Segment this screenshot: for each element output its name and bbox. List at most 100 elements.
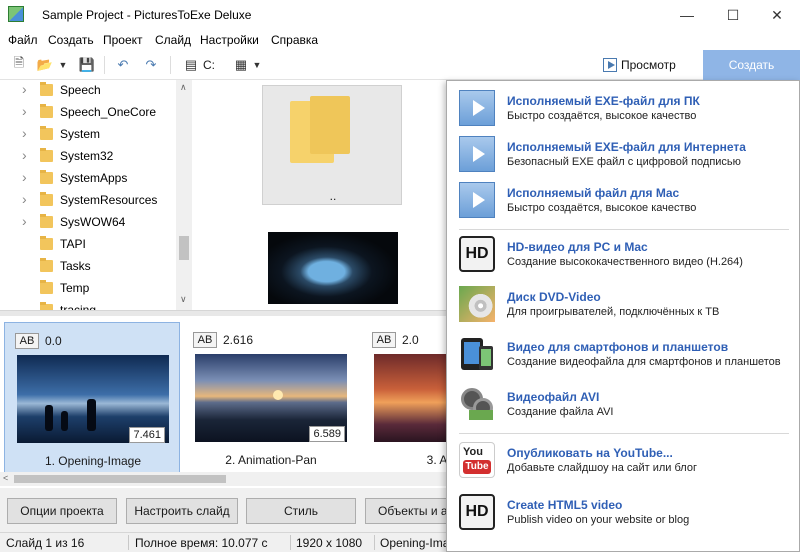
scroll-left-icon[interactable]: < <box>3 473 8 483</box>
slide-strip: AB 0.0 7.461 1. Opening-Image AB 2.616 6… <box>0 316 526 486</box>
status-slide: Слайд 1 из 16 <box>6 536 85 550</box>
menu-item-html5[interactable]: HD Create HTML5 video Publish video on y… <box>447 489 799 535</box>
project-options-button[interactable]: Опции проекта <box>7 498 117 524</box>
parent-folder-tile[interactable]: .. <box>262 85 402 205</box>
scroll-down-icon[interactable]: ∨ <box>180 294 187 305</box>
folder-tree: › Speech › Speech_OneCore › System › System32 › S… <box>0 80 192 310</box>
tree-item[interactable]: › System32 <box>0 146 175 168</box>
menu-item-subtitle: Создание видеофайла для смартфонов и пла… <box>507 356 781 368</box>
tree-scrollbar[interactable]: ∧ ∨ <box>176 80 192 310</box>
title-bar: Sample Project - PicturesToExe Deluxe — … <box>0 0 800 30</box>
objects-animation-button[interactable]: Объекты и ан <box>365 498 455 524</box>
redo-icon[interactable]: ↷ <box>142 56 160 74</box>
ab-badge: AB <box>193 332 217 348</box>
minimize-icon[interactable]: — <box>664 0 710 30</box>
menu-item-dvd[interactable]: Диск DVD-Video Для проигрывателей, подкл… <box>447 281 799 327</box>
tree-item[interactable]: Temp <box>0 278 175 300</box>
tree-item-label: SystemApps <box>60 171 128 185</box>
parent-folder-label: .. <box>329 189 337 203</box>
bottom-button-bar: Опции проекта Настроить слайд Стиль Объе… <box>0 488 455 532</box>
chevron-right-icon[interactable]: › <box>22 213 27 229</box>
menu-item-avi[interactable]: Видеофайл AVI Создание файла AVI <box>447 381 799 427</box>
youtube-tube-text: Tube <box>463 460 491 474</box>
menu-item-title: HD-видео для PC и Mac <box>507 240 648 254</box>
hd-icon: HD <box>459 236 495 272</box>
menu-item-exe-mac[interactable]: Исполняемый файл для Mac Быстро создаётс… <box>447 177 799 223</box>
menu-file[interactable]: Файл <box>8 33 38 47</box>
chevron-right-icon[interactable]: › <box>22 147 27 163</box>
new-file-icon[interactable]: 🗎 <box>10 55 28 74</box>
style-button[interactable]: Стиль <box>246 498 356 524</box>
tree-item[interactable]: Tasks <box>0 256 175 278</box>
menu-item-subtitle: Добавьте слайдшоу на сайт или блог <box>507 462 697 474</box>
customize-slide-button[interactable]: Настроить слайд <box>126 498 238 524</box>
menu-item-subtitle: Создание файла AVI <box>507 406 614 418</box>
menu-item-youtube[interactable]: You Tube Опубликовать на YouTube... Доба… <box>447 437 799 483</box>
close-icon[interactable]: ✕ <box>754 0 800 30</box>
phone-icon <box>459 336 495 372</box>
tree-item[interactable]: › Speech <box>0 80 175 102</box>
slide-scrollbar[interactable]: < <box>0 472 446 486</box>
drive-icon[interactable]: ▤ <box>182 56 200 74</box>
tree-item-label: System <box>60 127 101 141</box>
menu-item-title: Create HTML5 video <box>507 498 623 512</box>
menu-item-title: Опубликовать на YouTube... <box>507 446 673 460</box>
slide-scroll-thumb[interactable] <box>14 475 226 483</box>
tree-item-label: SystemResources <box>60 193 158 207</box>
exe-icon <box>459 90 495 126</box>
menu-item-subtitle: Создание высококачественного видео (H.26… <box>507 256 743 268</box>
slide-card[interactable]: AB 2.616 6.589 2. Animation-Pan <box>183 322 359 474</box>
tree-item-label: Temp <box>60 281 90 295</box>
menu-item-exe-internet[interactable]: Исполняемый EXE-файл для Интернета Безоп… <box>447 131 799 177</box>
menu-item-exe-pc[interactable]: Исполняемый EXE-файл для ПК Быстро созда… <box>447 85 799 131</box>
drive-label[interactable]: C: <box>203 58 215 72</box>
tree-item[interactable]: › System <box>0 124 175 146</box>
folder-icon <box>40 148 53 162</box>
menu-item-smartphone[interactable]: Видео для смартфонов и планшетов Создани… <box>447 331 799 377</box>
slide-card[interactable]: AB 0.0 7.461 1. Opening-Image <box>4 322 180 474</box>
menu-item-hd-video[interactable]: HD HD-видео для PC и Mac Создание высоко… <box>447 231 799 277</box>
menu-item-subtitle: Быстро создаётся, высокое качество <box>507 202 697 214</box>
chevron-right-icon[interactable]: › <box>22 169 27 185</box>
folder-icon <box>40 82 53 96</box>
menu-project[interactable]: Проект <box>103 33 143 47</box>
tree-item-label: SysWOW64 <box>60 215 126 229</box>
folder-icon <box>40 258 53 272</box>
create-button[interactable]: Создать <box>703 50 800 80</box>
menu-item-subtitle: Безопасный EXE файл с цифровой подписью <box>507 156 741 168</box>
tree-scroll-thumb[interactable] <box>179 236 189 260</box>
hd-icon: HD <box>459 494 495 530</box>
open-folder-icon[interactable]: 📂 <box>36 56 54 74</box>
tree-item[interactable]: tracing <box>0 300 175 310</box>
menu-bar: Файл Создать Проект Слайд Настройки Спра… <box>0 30 800 50</box>
tree-item[interactable]: TAPI <box>0 234 175 256</box>
slide-name: 1. Opening-Image <box>44 454 142 468</box>
menu-help[interactable]: Справка <box>271 33 318 47</box>
image-thumbnail[interactable] <box>268 232 398 304</box>
tree-item[interactable]: › Speech_OneCore <box>0 102 175 124</box>
chevron-right-icon[interactable]: › <box>22 125 27 141</box>
chevron-down-icon[interactable]: ▼ <box>54 56 72 74</box>
chevron-right-icon[interactable]: › <box>22 103 27 119</box>
menu-item-title: Диск DVD-Video <box>507 290 601 304</box>
youtube-icon: You Tube <box>459 442 495 478</box>
tree-item-label: Speech <box>60 83 101 97</box>
menu-settings[interactable]: Настройки <box>200 33 259 47</box>
preview-button[interactable]: Просмотр <box>603 55 676 75</box>
tree-item[interactable]: › SystemApps <box>0 168 175 190</box>
folder-icon <box>310 96 350 154</box>
scroll-up-icon[interactable]: ∧ <box>180 82 187 93</box>
menu-item-title: Исполняемый EXE-файл для ПК <box>507 94 700 108</box>
view-dropdown-icon[interactable]: ▼ <box>248 56 266 74</box>
folder-icon <box>40 170 53 184</box>
status-resolution: 1920 x 1080 <box>296 536 363 550</box>
tree-item[interactable]: › SysWOW64 <box>0 212 175 234</box>
save-icon[interactable]: 💾 <box>78 56 96 74</box>
menu-create[interactable]: Создать <box>48 33 94 47</box>
chevron-right-icon[interactable]: › <box>22 81 27 97</box>
tree-item[interactable]: › SystemResources <box>0 190 175 212</box>
chevron-right-icon[interactable]: › <box>22 191 27 207</box>
maximize-icon[interactable]: ☐ <box>710 0 756 30</box>
menu-slide[interactable]: Слайд <box>155 33 191 47</box>
undo-icon[interactable]: ↶ <box>114 56 132 74</box>
